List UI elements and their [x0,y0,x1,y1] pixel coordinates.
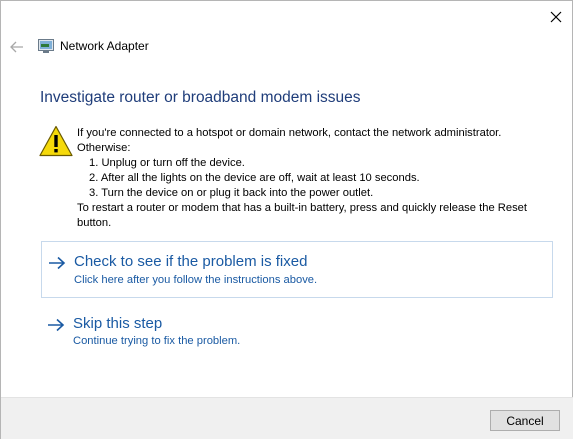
option-title: Check to see if the problem is fixed [74,253,308,270]
step-item: 2. After all the lights on the device ar… [89,172,420,184]
close-button[interactable] [539,3,573,31]
instructions-otherwise: Otherwise: [77,142,131,154]
warning-icon [39,125,73,157]
back-arrow-icon [10,41,23,53]
steps-list: 1. Unplug or turn off the device. 2. Aft… [89,156,557,201]
instructions-intro: If you're connected to a hotspot or doma… [77,127,502,139]
step-item: 3. Turn the device on or plug it back in… [89,187,374,199]
instructions-text: If you're connected to a hotspot or doma… [77,126,557,231]
back-button[interactable] [7,37,27,57]
option-subtitle: Click here after you follow the instruct… [74,274,318,286]
page-title: Investigate router or broadband modem is… [40,89,361,106]
troubleshooter-window: Network Adapter Investigate router or br… [0,0,573,439]
check-problem-fixed-option[interactable]: Check to see if the problem is fixed Cli… [41,241,553,298]
reset-note: To restart a router or modem that has a … [77,202,527,229]
close-icon [550,11,562,23]
right-arrow-icon [49,256,66,270]
footer-bar: Cancel [1,397,573,439]
option-title: Skip this step [73,315,163,332]
cancel-button[interactable]: Cancel [490,410,560,431]
skip-step-option[interactable]: Skip this step Continue trying to fix th… [41,311,553,356]
step-item: 1. Unplug or turn off the device. [89,157,245,169]
option-subtitle: Continue trying to fix the problem. [73,335,241,347]
right-arrow-icon [48,318,65,332]
header-title: Network Adapter [60,39,149,53]
network-adapter-icon [38,39,54,53]
